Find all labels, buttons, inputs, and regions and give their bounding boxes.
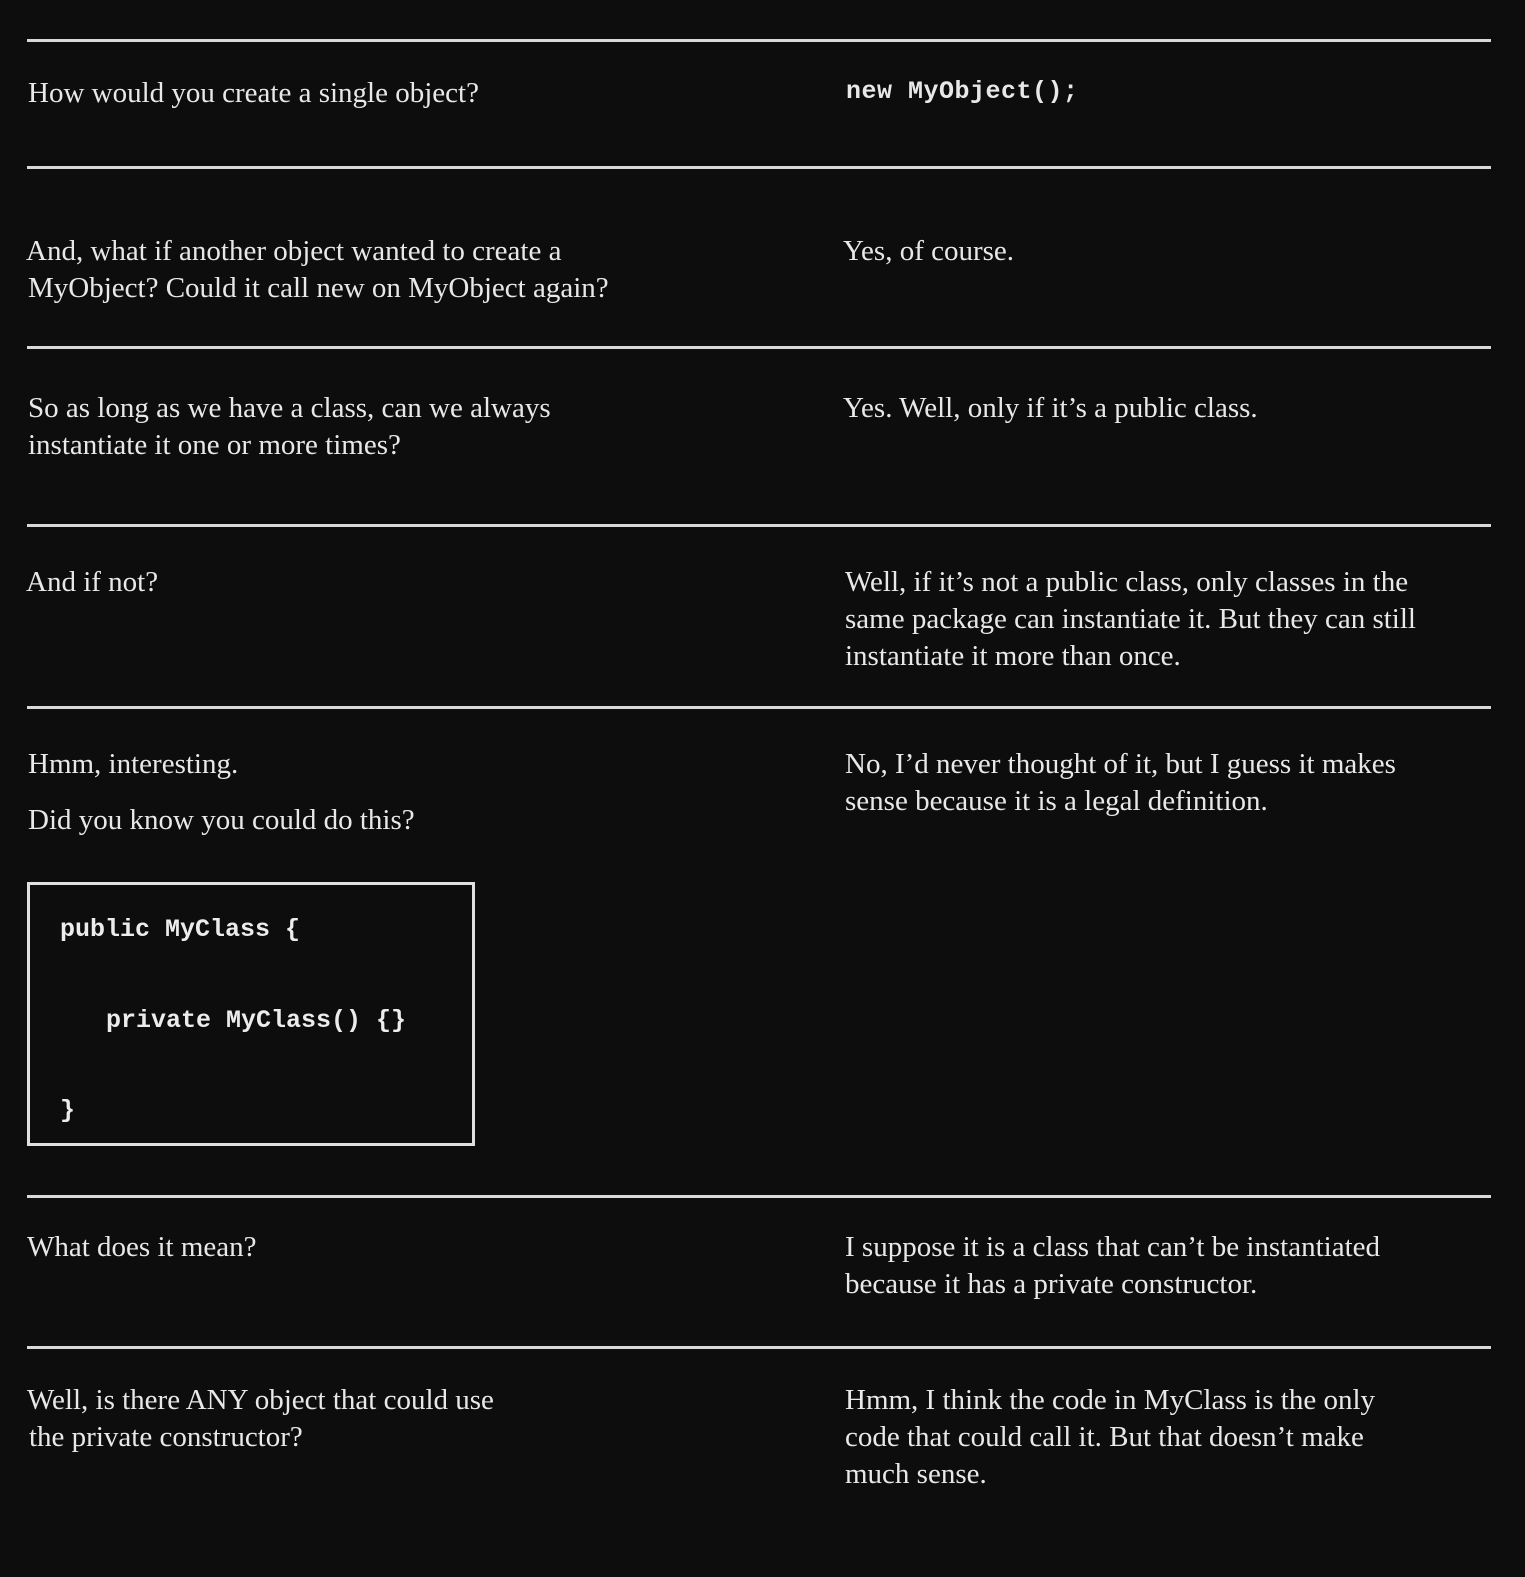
- divider-rule: [27, 524, 1491, 527]
- answer-text: Yes, of course.: [843, 235, 1015, 267]
- answer-text: Yes. Well, only if it’s a public class.: [843, 392, 1258, 424]
- question-text: How would you create a single object?: [28, 77, 479, 109]
- answer-4: Well, if it’s not a public class, only c…: [845, 564, 1416, 675]
- answer-7: Hmm, I think the code in MyClass is the …: [845, 1382, 1375, 1493]
- question-7: Well, is there ANY object that could use…: [27, 1382, 494, 1456]
- answer-text: same package can instantiate it. But the…: [845, 603, 1416, 635]
- code-line-closing-brace: }: [60, 1096, 76, 1125]
- question-text: And if not?: [26, 566, 159, 598]
- question-text: So as long as we have a class, can we al…: [28, 392, 551, 424]
- answer-text: Hmm, I think the code in MyClass is the …: [845, 1384, 1376, 1416]
- question-1: How would you create a single object?: [28, 75, 479, 112]
- question-4: And if not?: [26, 564, 158, 601]
- question-text: MyObject? Could it call new on MyObject …: [28, 272, 609, 304]
- answer-text: I suppose it is a class that can’t be in…: [845, 1231, 1381, 1263]
- question-text: instantiate it one or more times?: [28, 429, 401, 461]
- answer-5: No, I’d never thought of it, but I guess…: [845, 746, 1396, 820]
- question-text: the private constructor?: [29, 1421, 303, 1453]
- answer-text: code that could call it. But that doesn’…: [845, 1421, 1364, 1453]
- answer-text: Well, if it’s not a public class, only c…: [845, 566, 1409, 598]
- divider-rule: [27, 39, 1491, 42]
- divider-rule: [27, 166, 1491, 169]
- divider-rule: [27, 1195, 1491, 1198]
- answer-text: sense because it is a legal definition.: [845, 785, 1268, 817]
- code-line-private-constructor: private MyClass() {}: [106, 1006, 407, 1035]
- answer-text: No, I’d never thought of it, but I guess…: [845, 748, 1396, 780]
- divider-rule: [27, 1346, 1491, 1349]
- code-block: public MyClass { private MyClass() {} }: [27, 882, 475, 1146]
- answer-code: new MyObject();: [846, 77, 1079, 106]
- answer-text: much sense.: [845, 1458, 987, 1490]
- question-text: What does it mean?: [27, 1231, 257, 1263]
- answer-6: I suppose it is a class that can’t be in…: [845, 1229, 1380, 1303]
- question-text: Well, is there ANY object that could use: [27, 1384, 494, 1416]
- question-3: So as long as we have a class, can we al…: [28, 390, 551, 464]
- code-line-class-declaration: public MyClass {: [60, 915, 301, 944]
- dialogue-page: How would you create a single object? ne…: [0, 0, 1525, 1577]
- question-text: Hmm, interesting.: [28, 748, 239, 780]
- question-text: Did you know you could do this?: [28, 804, 415, 836]
- question-2: And, what if another object wanted to cr…: [26, 233, 609, 307]
- answer-3: Yes. Well, only if it’s a public class.: [843, 390, 1258, 427]
- answer-text: because it has a private constructor.: [845, 1268, 1258, 1300]
- answer-1: new MyObject();: [846, 73, 1079, 110]
- answer-text: instantiate it more than once.: [845, 640, 1181, 672]
- question-6: What does it mean?: [27, 1229, 257, 1266]
- divider-rule: [27, 346, 1491, 349]
- question-5: Hmm, interesting. Did you know you could…: [28, 746, 415, 839]
- answer-2: Yes, of course.: [843, 233, 1014, 270]
- divider-rule: [27, 706, 1491, 709]
- question-text: And, what if another object wanted to cr…: [26, 235, 562, 267]
